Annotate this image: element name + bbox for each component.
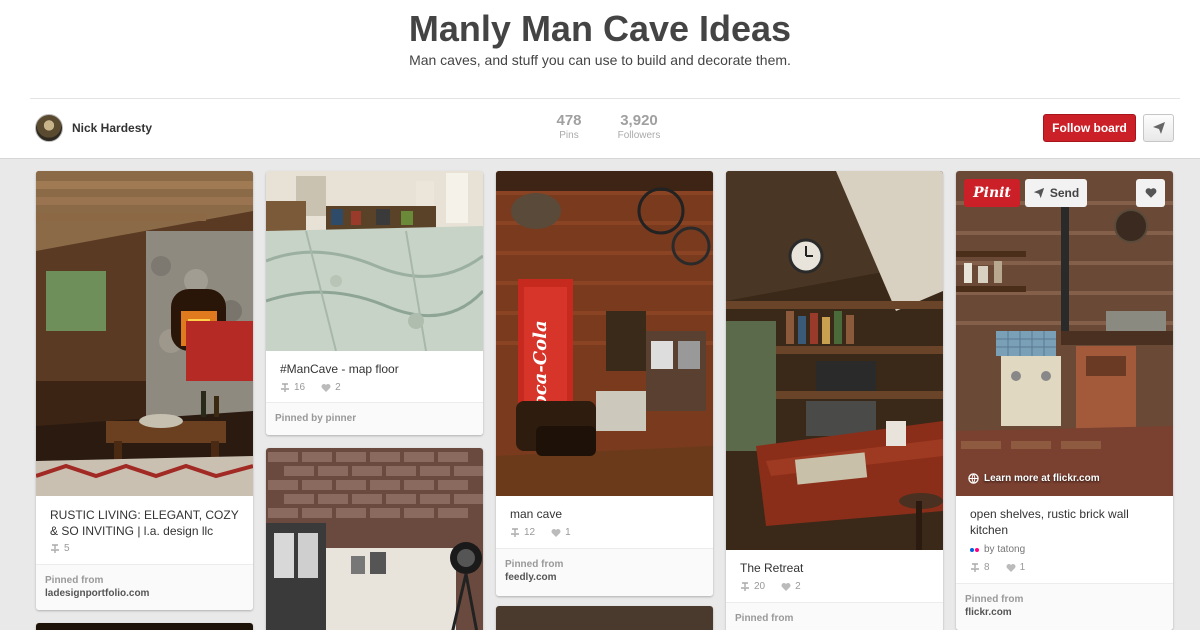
via-text[interactable]: by tatong bbox=[984, 544, 1025, 555]
pinned-from-label: Pinned from bbox=[45, 575, 104, 586]
pin-image[interactable] bbox=[36, 623, 253, 630]
like-count: 1 bbox=[565, 527, 571, 538]
pin-stats: 16 2 bbox=[280, 382, 341, 393]
heart-icon bbox=[1006, 563, 1016, 572]
pin-image[interactable] bbox=[496, 606, 713, 630]
followers-label: Followers bbox=[617, 130, 661, 141]
pin-image[interactable] bbox=[726, 171, 943, 550]
pinned-from-label: Pinned from bbox=[965, 594, 1024, 605]
pin-image[interactable] bbox=[36, 171, 253, 496]
pin-card[interactable]: Coca-Cola man cave 12 1 Pinned from feed… bbox=[496, 171, 713, 596]
pin-image[interactable]: Coca-Cola bbox=[496, 171, 713, 496]
repin-count: 16 bbox=[294, 382, 306, 393]
pin-source-domain[interactable]: ladesignportfolio.com bbox=[45, 588, 244, 599]
pin-source[interactable]: Pinned by pinner bbox=[266, 402, 483, 435]
pin-image[interactable] bbox=[956, 171, 1173, 496]
pin-source[interactable]: Pinned from bbox=[726, 602, 943, 630]
pin-image[interactable] bbox=[266, 171, 483, 351]
pin-description[interactable]: RUSTIC LIVING: ELEGANT, COZY & SO INVITI… bbox=[50, 507, 240, 539]
pins-count: 478 bbox=[556, 112, 582, 129]
board-owner[interactable]: Nick Hardesty bbox=[35, 114, 152, 142]
pin-card[interactable]: RUSTIC LIVING: ELEGANT, COZY & SO INVITI… bbox=[36, 171, 253, 610]
pin-source[interactable]: Pinned from ladesignportfolio.com bbox=[36, 564, 253, 610]
pin-stats: 12 1 bbox=[510, 527, 571, 538]
owner-name[interactable]: Nick Hardesty bbox=[72, 121, 152, 135]
pinned-from-label: Pinned from bbox=[735, 613, 794, 624]
pin-description[interactable]: #ManCave - map floor bbox=[280, 361, 470, 377]
pin-card[interactable]: Pinit Send Learn more at flickr.com open… bbox=[956, 171, 1173, 630]
like-count: 2 bbox=[335, 382, 341, 393]
learn-more-link[interactable]: Learn more at flickr.com bbox=[968, 473, 1100, 484]
repin-icon bbox=[281, 382, 289, 392]
pin-description[interactable]: The Retreat bbox=[740, 560, 930, 576]
repin-count: 12 bbox=[524, 527, 536, 538]
follow-board-button[interactable]: Follow board bbox=[1043, 114, 1136, 142]
avatar[interactable] bbox=[35, 114, 63, 142]
heart-icon bbox=[1145, 188, 1156, 198]
pins-stat[interactable]: 478 Pins bbox=[546, 112, 592, 141]
flickr-icon bbox=[970, 547, 979, 552]
pin-source[interactable]: Pinned from feedly.com bbox=[496, 548, 713, 596]
like-count: 2 bbox=[795, 581, 801, 592]
pinned-by-label[interactable]: Pinned by pinner bbox=[275, 413, 474, 424]
learn-more-text[interactable]: Learn more at flickr.com bbox=[984, 473, 1100, 484]
pins-label: Pins bbox=[559, 130, 579, 141]
pin-card[interactable] bbox=[266, 448, 483, 630]
heart-icon bbox=[551, 528, 561, 537]
header-divider bbox=[30, 98, 1180, 99]
pin-source-domain[interactable]: flickr.com bbox=[965, 607, 1164, 618]
paper-plane-icon bbox=[1152, 122, 1165, 134]
like-button[interactable] bbox=[1136, 179, 1165, 207]
repin-count: 20 bbox=[754, 581, 766, 592]
pin-via[interactable]: by tatong bbox=[970, 544, 1025, 555]
pin-image[interactable] bbox=[266, 448, 483, 630]
pin-source-domain[interactable]: feedly.com bbox=[505, 572, 704, 583]
pinned-from-label: Pinned from bbox=[505, 559, 564, 570]
repin-count: 5 bbox=[64, 543, 70, 554]
repin-count: 8 bbox=[984, 562, 990, 573]
pin-card[interactable] bbox=[36, 623, 253, 630]
pin-stats: 20 2 bbox=[740, 581, 801, 592]
followers-count: 3,920 bbox=[620, 112, 658, 129]
heart-icon bbox=[321, 383, 331, 392]
pin-card[interactable] bbox=[496, 606, 713, 630]
board-title: Manly Man Cave Ideas bbox=[408, 8, 792, 49]
globe-icon bbox=[968, 473, 979, 484]
repin-icon bbox=[51, 543, 59, 553]
followers-stat[interactable]: 3,920 Followers bbox=[612, 112, 666, 141]
repin-icon bbox=[971, 562, 979, 572]
send-board-button[interactable] bbox=[1143, 114, 1174, 142]
pin-stats: 8 1 bbox=[970, 562, 1025, 573]
pin-card[interactable]: #ManCave - map floor 16 2 Pinned by pinn… bbox=[266, 171, 483, 435]
board-description: Man caves, and stuff you can use to buil… bbox=[409, 52, 791, 68]
board-header: Manly Man Cave Ideas Man caves, and stuf… bbox=[0, 0, 1200, 159]
repin-icon bbox=[511, 527, 519, 537]
pinit-button[interactable]: Pinit bbox=[964, 179, 1020, 207]
repin-icon bbox=[741, 581, 749, 591]
send-pin-label: Send bbox=[1049, 186, 1080, 200]
pin-description[interactable]: man cave bbox=[510, 506, 700, 522]
paper-plane-icon bbox=[1033, 187, 1044, 199]
heart-icon bbox=[781, 582, 791, 591]
pin-card[interactable]: The Retreat 20 2 Pinned from bbox=[726, 171, 943, 630]
pin-stats: 5 bbox=[50, 543, 70, 554]
send-pin-button[interactable]: Send bbox=[1025, 179, 1087, 207]
pin-source[interactable]: Pinned from flickr.com bbox=[956, 583, 1173, 630]
pin-description[interactable]: open shelves, rustic brick wall kitchen bbox=[970, 506, 1160, 538]
like-count: 1 bbox=[1019, 562, 1026, 573]
